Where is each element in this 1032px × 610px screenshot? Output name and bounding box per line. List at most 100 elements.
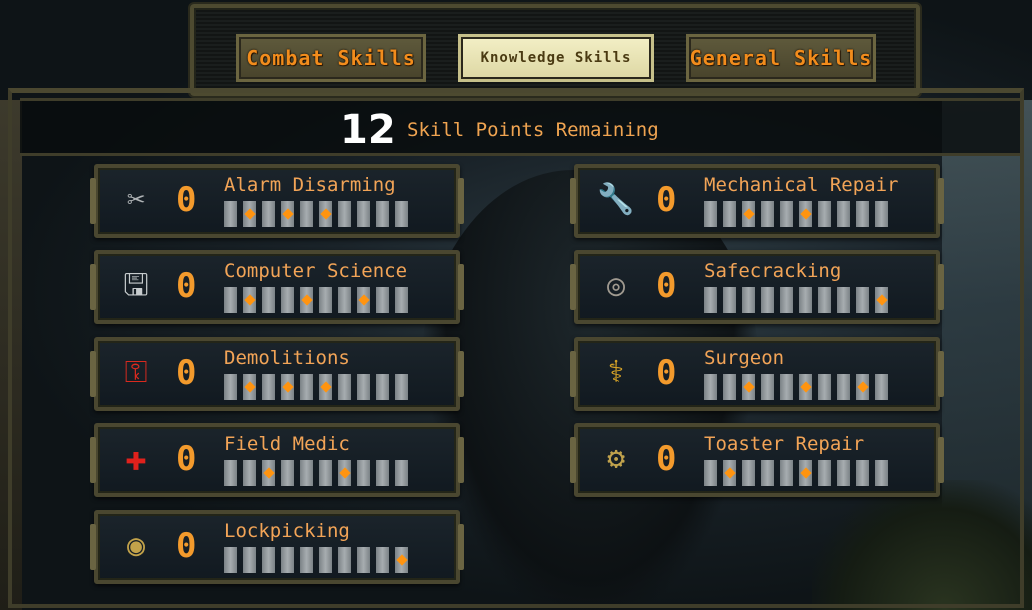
skill-bar [281,287,294,313]
skill-bar [723,287,736,313]
skill-bar [300,460,313,486]
skill-name: Alarm Disarming [224,174,396,196]
skill-value: 0 [656,266,677,306]
skill-bar-marked [281,374,294,400]
toaster-icon: ⚙ [606,441,626,476]
skill-progress-bars[interactable] [224,287,408,313]
skill-bar-marked [281,201,294,227]
tab-combat-skills[interactable]: Combat Skills [236,34,426,82]
skill-bar [224,201,237,227]
skill-value: 0 [176,353,197,393]
skill-bar [704,287,717,313]
skill-bar [338,374,351,400]
skill-card-safecracking[interactable]: ◎ 0 Safecracking [570,250,944,324]
skill-bar-marked [262,460,275,486]
skill-bar [376,201,389,227]
skill-bar-marked [799,374,812,400]
skill-bar [780,460,793,486]
skill-progress-bars[interactable] [224,547,408,573]
skill-bar [376,287,389,313]
caduceus-icon: ⚕ [606,355,626,390]
skill-bar [818,460,831,486]
skill-bar [395,287,408,313]
skill-bar [837,460,850,486]
floppy-disk-icon: 🖫 [123,268,149,303]
skill-progress-bars[interactable] [224,460,408,486]
skill-bar-marked [243,287,256,313]
dynamite-icon: ⚿ [124,355,148,390]
skill-value: 0 [176,526,197,566]
skill-bar [357,201,370,227]
skill-bar [262,547,275,573]
skill-bar-marked [395,547,408,573]
skill-progress-bars[interactable] [224,374,408,400]
skill-bar-marked [742,374,755,400]
skill-card-mechanical-repair[interactable]: 🔧 0 Mechanical Repair [570,164,944,238]
skill-progress-bars[interactable] [704,460,888,486]
skill-name: Safecracking [704,260,842,282]
skill-bar [818,287,831,313]
skill-name: Mechanical Repair [704,174,899,196]
skill-bar [837,287,850,313]
skill-progress-bars[interactable] [704,201,888,227]
skill-bar-marked [338,460,351,486]
skill-bar-marked [357,287,370,313]
skill-value: 0 [176,266,197,306]
skill-name: Toaster Repair [704,433,865,455]
skill-card-field-medic[interactable]: ✚ 0 Field Medic [90,423,464,497]
skill-bar [723,201,736,227]
skill-card-computer-science[interactable]: 🖫 0 Computer Science [90,250,464,324]
skill-bar-marked [799,201,812,227]
skill-bar [875,201,888,227]
skill-name: Field Medic [224,433,350,455]
lock-cylinder-icon: ◉ [126,528,146,563]
skill-bar [704,460,717,486]
skill-bar [300,374,313,400]
skill-bar [376,374,389,400]
skill-bar [723,374,736,400]
skill-progress-bars[interactable] [704,287,888,313]
skill-bar [780,374,793,400]
skill-bar-marked [300,287,313,313]
skill-bar [780,287,793,313]
skill-bar-marked [243,201,256,227]
skill-points-label: Skill Points Remaining [407,119,659,141]
skill-bar [875,460,888,486]
skill-bar [395,201,408,227]
background-left-wall [0,100,22,610]
skill-bar [837,201,850,227]
wrench-robot-icon: 🔧 [597,182,635,217]
skill-card-demolitions[interactable]: ⚿ 0 Demolitions [90,337,464,411]
skill-value: 0 [176,180,197,220]
skill-bar [357,460,370,486]
skill-bar [875,374,888,400]
skill-bar-marked [243,374,256,400]
skill-card-toaster-repair[interactable]: ⚙ 0 Toaster Repair [570,423,944,497]
tab-general-skills[interactable]: General Skills [686,34,876,82]
skill-value: 0 [656,353,677,393]
skill-progress-bars[interactable] [224,201,408,227]
skill-progress-bars[interactable] [704,374,888,400]
skill-bar [376,460,389,486]
tab-knowledge-skills[interactable]: Knowledge Skills [458,34,654,82]
skill-bar [742,460,755,486]
skill-bar [761,374,774,400]
skill-value: 0 [656,439,677,479]
skill-points-value: 12 [340,107,396,153]
skill-card-lockpicking[interactable]: ◉ 0 Lockpicking [90,510,464,584]
skill-bar [281,547,294,573]
skill-card-alarm-disarming[interactable]: ✂ 0 Alarm Disarming [90,164,464,238]
skill-bar [338,201,351,227]
skill-bar [856,460,869,486]
skill-bar [357,547,370,573]
skill-bar-marked [319,201,332,227]
skill-bar [818,374,831,400]
skill-bar [704,374,717,400]
skill-bar [856,201,869,227]
background-trees [812,480,1032,610]
skill-bar [742,287,755,313]
skill-bar [761,201,774,227]
skill-card-surgeon[interactable]: ⚕ 0 Surgeon [570,337,944,411]
skill-bar [395,374,408,400]
skill-bar [319,287,332,313]
